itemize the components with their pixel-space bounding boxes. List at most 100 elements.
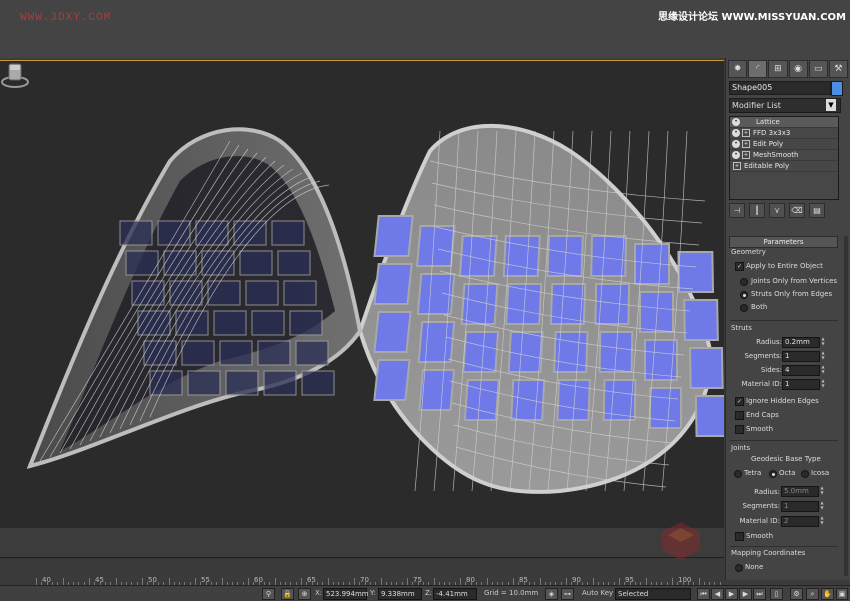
icosa-radio[interactable]: [801, 470, 809, 478]
icosa-label: Icosa: [811, 469, 830, 477]
strut-segments-spinner[interactable]: 1: [782, 351, 820, 362]
strut-sides-spinner[interactable]: 4: [782, 365, 820, 376]
watermark-right: 思缘设计论坛 WWW.MISSYUAN.COM: [658, 12, 846, 23]
expand-icon[interactable]: +: [742, 129, 750, 137]
joints-only-radio[interactable]: [740, 278, 748, 286]
watermark-left: WWW.3DXY.COM: [20, 12, 112, 24]
viewcube-icon[interactable]: [0, 61, 30, 91]
perspective-viewport[interactable]: [0, 60, 724, 528]
watermark-logo-icon: [662, 522, 700, 560]
lightbulb-icon[interactable]: •: [732, 151, 740, 159]
create-icon[interactable]: ✸: [728, 60, 748, 78]
divider: [730, 440, 838, 441]
y-label: Y:: [370, 589, 376, 597]
spinner-arrows-icon[interactable]: ▲ ▼: [819, 500, 825, 510]
joint-material-id-spinner[interactable]: 2: [781, 516, 819, 527]
divider: [730, 546, 838, 547]
stack-item-ffd[interactable]: • + FFD 3x3x3: [730, 128, 838, 139]
glass-panel-dark: [271, 220, 305, 246]
y-coordinate-field[interactable]: 9.338mm: [378, 588, 422, 600]
display-icon[interactable]: ▭: [808, 60, 828, 78]
both-radio[interactable]: [740, 304, 748, 312]
glass-panel-dark: [119, 220, 153, 246]
apply-entire-checkbox[interactable]: ✓: [735, 262, 744, 271]
spinner-arrows-icon[interactable]: ▲ ▼: [820, 364, 826, 374]
spinner-arrows-icon[interactable]: ▲ ▼: [820, 350, 826, 360]
end-caps-checkbox[interactable]: [735, 411, 744, 420]
spinner-arrows-icon[interactable]: ▲ ▼: [819, 485, 825, 495]
panel-scrollbar[interactable]: [844, 236, 848, 576]
pan-icon[interactable]: ✋: [821, 588, 834, 600]
zoom-icon[interactable]: ⌕: [806, 588, 819, 600]
make-unique-icon[interactable]: ⋎: [769, 203, 785, 218]
pin-stack-icon[interactable]: ⊣: [729, 203, 745, 218]
joint-segments-spinner[interactable]: 1: [781, 501, 819, 512]
mapping-none-radio[interactable]: [735, 564, 743, 572]
time-config-icon[interactable]: ⚙: [790, 588, 803, 600]
lock-icon[interactable]: 🔒: [281, 588, 294, 600]
spinner-arrows-icon[interactable]: ▲ ▼: [819, 515, 825, 525]
configure-sets-icon[interactable]: ▤: [809, 203, 825, 218]
object-color-swatch[interactable]: [831, 81, 843, 96]
expand-icon[interactable]: +: [742, 151, 750, 159]
motion-icon[interactable]: ◉: [788, 60, 808, 78]
play-icon[interactable]: ▶: [725, 588, 738, 600]
set-key-icon[interactable]: ⊶: [561, 588, 574, 600]
parameters-rollout-header[interactable]: Parameters: [729, 236, 838, 248]
geodesic-label: Geodesic Base Type: [751, 455, 821, 463]
glass-panel: [590, 235, 627, 277]
stack-item-edit-poly[interactable]: • + Edit Poly: [730, 139, 838, 150]
modifier-list-dropdown[interactable]: Modifier List: [729, 98, 841, 113]
add-time-tag-icon[interactable]: ◈: [545, 588, 558, 600]
stack-item-label: Lattice: [756, 118, 780, 126]
stack-item-editable-poly[interactable]: + Editable Poly: [730, 161, 838, 172]
z-coordinate-field[interactable]: -4.41mm: [433, 588, 477, 600]
glass-panel: [649, 387, 682, 429]
smooth-checkbox[interactable]: [735, 425, 744, 434]
goto-start-icon[interactable]: ⏮: [697, 588, 710, 600]
stack-item-lattice[interactable]: • Lattice: [730, 117, 838, 128]
strut-radius-spinner[interactable]: 0.2mm: [782, 337, 820, 348]
maximize-viewport-icon[interactable]: ▣: [836, 588, 848, 600]
lightbulb-icon[interactable]: •: [732, 118, 740, 126]
absolute-mode-icon[interactable]: ⊕: [298, 588, 311, 600]
x-coordinate-field[interactable]: 523.994mm: [323, 588, 369, 600]
glass-panel-dark: [263, 370, 297, 396]
key-icon[interactable]: ⚲: [262, 588, 275, 600]
show-end-result-icon[interactable]: ┃: [749, 203, 765, 218]
expand-icon[interactable]: +: [742, 140, 750, 148]
object-name-field[interactable]: Shape005: [729, 81, 831, 95]
octa-radio[interactable]: [769, 470, 777, 478]
hierarchy-icon[interactable]: ⊞: [768, 60, 788, 78]
status-bar: ⚲ 🔒 ⊕ X: 523.994mm Y: 9.338mm Z: -4.41mm…: [0, 585, 850, 601]
goto-end-icon[interactable]: ⏭: [753, 588, 766, 600]
selected-set-dropdown[interactable]: Selected: [615, 588, 691, 600]
glass-panel-dark: [181, 340, 215, 366]
lightbulb-icon[interactable]: •: [732, 140, 740, 148]
next-frame-icon[interactable]: ▶: [739, 588, 752, 600]
auto-key-button[interactable]: Auto Key: [582, 588, 613, 599]
glass-panel-dark: [213, 310, 247, 336]
glass-panel: [549, 283, 587, 325]
utilities-icon[interactable]: ⚒: [828, 60, 849, 78]
spinner-arrows-icon[interactable]: ▲ ▼: [820, 378, 826, 388]
tetra-radio[interactable]: [734, 470, 742, 478]
lightbulb-icon[interactable]: •: [732, 129, 740, 137]
frame-field-icon[interactable]: ▯: [770, 588, 783, 600]
joint-radius-spinner[interactable]: 5.0mm: [781, 486, 819, 497]
ignore-hidden-checkbox[interactable]: ✓: [735, 397, 744, 406]
joint-smooth-checkbox[interactable]: [735, 532, 744, 541]
remove-modifier-icon[interactable]: ⌫: [789, 203, 805, 218]
timeline-ruler[interactable]: 40 45 50 55 60 65 70 75 80 85 90 95 100: [0, 557, 724, 586]
spinner-arrows-icon[interactable]: ▲ ▼: [820, 336, 826, 346]
glass-panel: [677, 251, 715, 293]
modify-icon[interactable]: ◜: [748, 60, 768, 78]
chevron-down-icon[interactable]: ▼: [826, 99, 836, 111]
strut-material-id-spinner[interactable]: 1: [782, 379, 820, 390]
smooth-label: Smooth: [746, 425, 774, 433]
prev-frame-icon[interactable]: ◀: [711, 588, 724, 600]
struts-only-radio[interactable]: [740, 291, 748, 299]
expand-icon[interactable]: +: [733, 162, 741, 170]
stack-item-meshsmooth[interactable]: • + MeshSmooth: [730, 150, 838, 161]
glass-panel: [417, 321, 456, 363]
